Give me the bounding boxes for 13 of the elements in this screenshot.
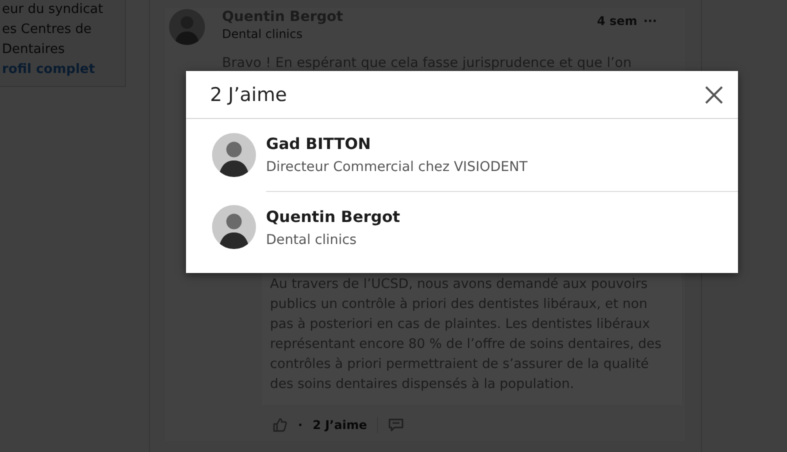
- liker-headline: Directeur Commercial chez VISIODENT: [266, 158, 528, 177]
- separator-dot: ·: [298, 418, 303, 432]
- more-options-button[interactable]: ···: [643, 14, 657, 28]
- avatar-silhouette: [169, 9, 205, 45]
- close-icon[interactable]: [704, 84, 724, 104]
- avatar-silhouette[interactable]: [212, 205, 256, 249]
- liker-headline: Dental clinics: [266, 230, 357, 250]
- liker-name[interactable]: Quentin Bergot: [266, 206, 400, 228]
- avatar-silhouette[interactable]: [212, 133, 256, 177]
- likes-count-link[interactable]: 2 J’aime: [312, 418, 367, 432]
- liker-name[interactable]: Gad BITTON: [266, 133, 371, 155]
- thumbs-up-icon[interactable]: [272, 417, 288, 433]
- dialog-title: 2 J’aime: [210, 84, 287, 106]
